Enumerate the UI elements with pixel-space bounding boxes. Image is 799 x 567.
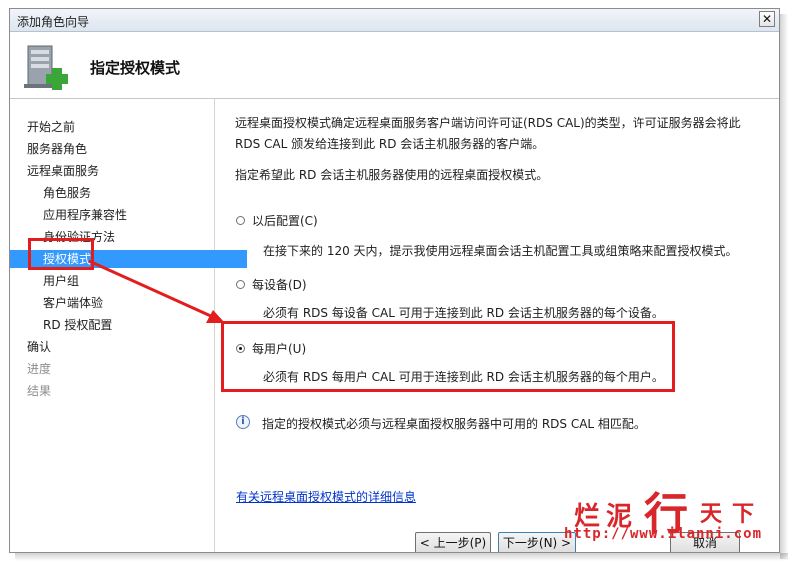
option-configure-later-label[interactable]: 以后配置(C) xyxy=(252,212,318,229)
intro-text-line1: 远程桌面授权模式确定远程桌面服务客户端访问许可证(RDS CAL)的类型，许可证… xyxy=(235,116,741,130)
nav-step-progress: 进度 xyxy=(27,362,52,376)
wizard-header: 指定授权模式 xyxy=(10,32,779,99)
title-bar: 添加角色向导 ✕ xyxy=(10,9,779,32)
nav-step-role-services[interactable]: 角色服务 xyxy=(10,184,247,202)
nav-step-remote-desktop-services[interactable]: 远程桌面服务 xyxy=(10,162,231,180)
nav-step-before-you-begin[interactable]: 开始之前 xyxy=(10,118,231,136)
back-button[interactable]: < 上一步(P) xyxy=(415,532,491,552)
option-configure-later-description: 在接下来的 120 天内，提示我使用远程桌面会话主机配置工具或组策略来配置授权模… xyxy=(263,244,738,258)
nav-step-app-compatibility[interactable]: 应用程序兼容性 xyxy=(10,206,247,224)
help-link-licensing-mode[interactable]: 有关远程桌面授权模式的详细信息 xyxy=(236,488,416,505)
watermark: 烂 泥 行 天 下 http://www.ilanni.com xyxy=(560,482,780,552)
close-button[interactable]: ✕ xyxy=(759,11,775,27)
option-per-device-label[interactable]: 每设备(D) xyxy=(252,276,307,293)
page-title: 指定授权模式 xyxy=(90,59,181,77)
watermark-char-5: 下 xyxy=(732,501,755,527)
instruction-text: 指定希望此 RD 会话主机服务器使用的远程桌面授权模式。 xyxy=(235,168,549,182)
window-shadow-bottom xyxy=(15,553,788,561)
radio-per-device[interactable] xyxy=(236,280,245,289)
window-shadow-right xyxy=(780,14,788,559)
annotation-box-per-user xyxy=(221,321,675,392)
nav-step-results: 结果 xyxy=(27,384,52,398)
watermark-url: http://www.ilanni.com xyxy=(564,526,763,542)
intro-text-line2: RDS CAL 颁发给连接到此 RD 会话主机服务器的客户端。 xyxy=(235,137,545,151)
option-per-device-description: 必须有 RDS 每设备 CAL 可用于连接到此 RD 会话主机服务器的每个设备。 xyxy=(263,306,664,320)
server-role-icon xyxy=(24,45,68,90)
watermark-char-4: 天 xyxy=(700,501,723,527)
info-message: 指定的授权模式必须与远程桌面授权服务器中可用的 RDS CAL 相匹配。 xyxy=(262,417,646,431)
info-icon: i xyxy=(236,415,250,429)
nav-step-server-roles[interactable]: 服务器角色 xyxy=(10,140,231,158)
radio-configure-later[interactable] xyxy=(236,216,245,225)
window-title: 添加角色向导 xyxy=(17,15,90,29)
nav-step-confirmation[interactable]: 确认 xyxy=(10,338,231,356)
annotation-arrow xyxy=(88,259,225,323)
